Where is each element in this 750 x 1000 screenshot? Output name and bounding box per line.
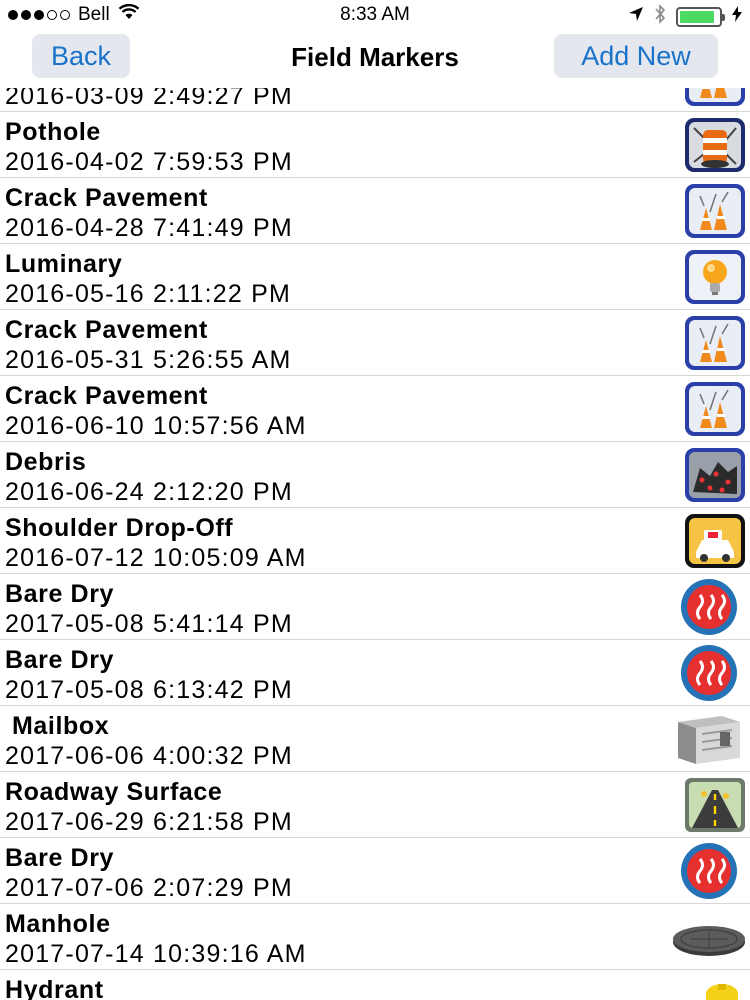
location-arrow-icon (628, 6, 644, 27)
marker-title: Debris (5, 448, 87, 476)
list-item[interactable]: Manhole 2017-07-14 10:39:16 AM (0, 904, 750, 970)
heat-wave-icon (670, 578, 748, 636)
marker-title: Luminary (5, 250, 123, 278)
crack-pavement-icon (670, 314, 748, 372)
bluetooth-icon (654, 4, 666, 29)
marker-timestamp: 2016-06-24 2:12:20 PM (5, 478, 293, 506)
list-item[interactable]: Crack Pavement 2016-05-31 5:26:55 AM (0, 310, 750, 376)
list-item[interactable]: Roadway Surface 2017-06-29 6:21:58 PM (0, 772, 750, 838)
marker-timestamp: 2016-04-02 7:59:53 PM (5, 148, 293, 176)
field-markers-list-content: 2016-03-09 2:49:27 PM Pothole 2016-04-02 … (0, 80, 750, 1000)
marker-timestamp: 2017-05-08 5:41:14 PM (5, 610, 293, 638)
list-item[interactable]: Crack Pavement 2016-06-10 10:57:56 AM (0, 376, 750, 442)
add-new-button[interactable]: Add New (554, 34, 718, 78)
marker-title: Crack Pavement (5, 184, 208, 212)
crack-pavement-icon (670, 182, 748, 240)
marker-timestamp: 2016-06-10 10:57:56 AM (5, 412, 307, 440)
marker-title: Crack Pavement (5, 316, 208, 344)
shoulder-drop-off-icon (670, 512, 748, 570)
hydrant-icon (670, 974, 748, 1000)
status-bar: Bell 8:33 AM (0, 0, 750, 30)
manhole-icon (670, 908, 748, 966)
marker-title: Shoulder Drop-Off (5, 514, 234, 542)
heat-wave-icon (670, 644, 748, 702)
marker-timestamp: 2017-07-06 2:07:29 PM (5, 874, 293, 902)
marker-title: Roadway Surface (5, 778, 223, 806)
list-item[interactable]: Pothole 2016-04-02 7:59:53 PM (0, 112, 750, 178)
list-item[interactable]: Hydrant (0, 970, 750, 1000)
marker-title: Manhole (5, 910, 111, 938)
marker-timestamp: 2017-07-14 10:39:16 AM (5, 940, 307, 968)
marker-title: Bare Dry (5, 580, 115, 608)
pothole-cone-icon (670, 116, 748, 174)
light-bulb-icon (670, 248, 748, 306)
battery-icon (676, 6, 725, 27)
list-item[interactable]: Bare Dry 2017-07-06 2:07:29 PM (0, 838, 750, 904)
list-item[interactable]: Bare Dry 2017-05-08 5:41:14 PM (0, 574, 750, 640)
crack-pavement-icon (670, 380, 748, 438)
list-item[interactable]: Bare Dry 2017-05-08 6:13:42 PM (0, 640, 750, 706)
mailbox-icon (670, 710, 748, 768)
debris-icon (670, 446, 748, 504)
marker-title: Bare Dry (5, 646, 115, 674)
marker-timestamp: 2016-07-12 10:05:09 AM (5, 544, 307, 572)
charging-bolt-icon (732, 6, 742, 27)
roadway-surface-icon (670, 776, 748, 834)
marker-timestamp: 2017-06-06 4:00:32 PM (5, 742, 293, 770)
heat-wave-icon (670, 842, 748, 900)
marker-title: Crack Pavement (5, 382, 208, 410)
marker-timestamp: 2016-04-28 7:41:49 PM (5, 214, 293, 242)
list-item[interactable]: Crack Pavement 2016-04-28 7:41:49 PM (0, 178, 750, 244)
battery-level (680, 10, 715, 23)
list-item[interactable]: Luminary 2016-05-16 2:11:22 PM (0, 244, 750, 310)
marker-title: Pothole (5, 118, 101, 146)
status-bar-right (628, 4, 742, 29)
list-item[interactable]: Debris 2016-06-24 2:12:20 PM (0, 442, 750, 508)
navigation-bar: Back Field Markers Add New (0, 30, 750, 88)
marker-title: Hydrant (5, 976, 104, 1000)
marker-timestamp: 2017-06-29 6:21:58 PM (5, 808, 293, 836)
marker-timestamp: 2017-05-08 6:13:42 PM (5, 676, 293, 704)
marker-timestamp: 2016-05-16 2:11:22 PM (5, 280, 292, 308)
marker-title: Bare Dry (5, 844, 115, 872)
marker-timestamp: 2016-05-31 5:26:55 AM (5, 346, 292, 374)
list-item[interactable]: Shoulder Drop-Off 2016-07-12 10:05:09 AM (0, 508, 750, 574)
field-markers-list[interactable]: 2016-03-09 2:49:27 PM Pothole 2016-04-02 … (0, 80, 750, 1000)
marker-title: Mailbox (12, 712, 110, 740)
list-item[interactable]: Mailbox 2017-06-06 4:00:32 PM (0, 706, 750, 772)
